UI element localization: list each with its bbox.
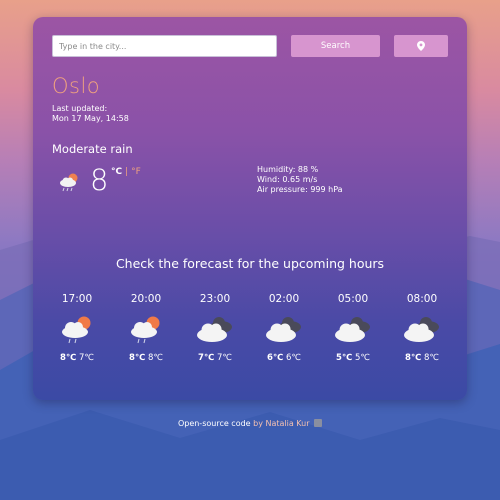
sun-cloud-rain-icon bbox=[62, 316, 91, 344]
forecast-hour: 05:00 5℃ 5℃ bbox=[323, 293, 383, 363]
forecast-time: 05:00 bbox=[337, 293, 369, 305]
forecast-min: 7℃ bbox=[216, 353, 232, 363]
forecast-max: 8℃ bbox=[60, 353, 77, 363]
forecast-time: 20:00 bbox=[130, 293, 162, 305]
dark-cloud-icon bbox=[404, 317, 439, 342]
partly-cloudy-rain-icon bbox=[60, 173, 78, 192]
forecast-min: 7℃ bbox=[78, 353, 94, 363]
forecast-max: 5℃ bbox=[336, 353, 353, 363]
forecast-hour: 08:00 8℃ 8℃ bbox=[392, 293, 452, 363]
forecast-time: 08:00 bbox=[406, 293, 438, 305]
map-marker-icon bbox=[417, 41, 425, 51]
humidity: Humidity: 88 % bbox=[257, 165, 319, 174]
forecast-hour: 17:00 8℃ 7℃ bbox=[47, 293, 107, 363]
forecast-max: 6℃ bbox=[267, 353, 284, 363]
last-updated-time: Mon 17 May, 14:58 bbox=[52, 114, 129, 123]
unit-toggle: °C | °F bbox=[111, 167, 141, 177]
fahrenheit-link[interactable]: °F bbox=[131, 167, 141, 177]
forecast-min: 5℃ bbox=[354, 353, 370, 363]
forecast-min: 6℃ bbox=[285, 353, 301, 363]
celsius-link[interactable]: °C bbox=[111, 167, 122, 177]
forecast-time: 02:00 bbox=[268, 293, 300, 305]
air-pressure: Air pressure: 999 hPa bbox=[257, 185, 343, 194]
forecast-hour: 02:00 6℃ 6℃ bbox=[254, 293, 314, 363]
footer: Open-source code by Natalia Kur bbox=[0, 419, 500, 428]
last-updated: Last updated: Mon 17 May, 14:58 bbox=[52, 104, 129, 124]
author-credit: by Natalia Kur bbox=[250, 419, 310, 428]
dark-cloud-icon bbox=[335, 317, 370, 342]
source-code-link[interactable]: Open-source code bbox=[178, 419, 251, 428]
last-updated-label: Last updated: bbox=[52, 104, 108, 113]
forecast-min: 8℃ bbox=[147, 353, 163, 363]
city-name: Oslo bbox=[52, 74, 101, 98]
dark-cloud-icon bbox=[266, 317, 301, 342]
hourly-forecast: 17:00 8℃ 7℃ 20:00 8℃ 8℃ 23:00 7℃ 7℃ 02:0… bbox=[43, 293, 457, 373]
forecast-title: Check the forecast for the upcoming hour… bbox=[115, 256, 385, 271]
forecast-time: 17:00 bbox=[61, 293, 93, 305]
forecast-time: 23:00 bbox=[199, 293, 231, 305]
sun-cloud-rain-icon bbox=[131, 316, 160, 344]
weather-card: Search Oslo Last updated: Mon 17 May, 14… bbox=[33, 17, 467, 400]
forecast-max: 7℃ bbox=[198, 353, 215, 363]
forecast-hour: 20:00 8℃ 8℃ bbox=[116, 293, 176, 363]
github-icon[interactable] bbox=[314, 419, 323, 427]
weather-description: Moderate rain bbox=[52, 142, 133, 156]
search-button[interactable]: Search bbox=[291, 35, 380, 57]
forecast-min: 8℃ bbox=[423, 353, 439, 363]
city-search-input[interactable] bbox=[52, 35, 277, 57]
weather-details: Humidity: 88 % Wind: 0.65 m/s Air pressu… bbox=[257, 165, 343, 195]
wind: Wind: 0.65 m/s bbox=[257, 175, 318, 184]
forecast-max: 8℃ bbox=[129, 353, 146, 363]
forecast-hour: 23:00 7℃ 7℃ bbox=[185, 293, 245, 363]
forecast-max: 8℃ bbox=[405, 353, 422, 363]
current-temperature: 8 bbox=[90, 163, 109, 197]
dark-cloud-icon bbox=[197, 317, 232, 342]
unit-separator: | bbox=[125, 167, 129, 177]
current-location-button[interactable] bbox=[394, 35, 448, 57]
